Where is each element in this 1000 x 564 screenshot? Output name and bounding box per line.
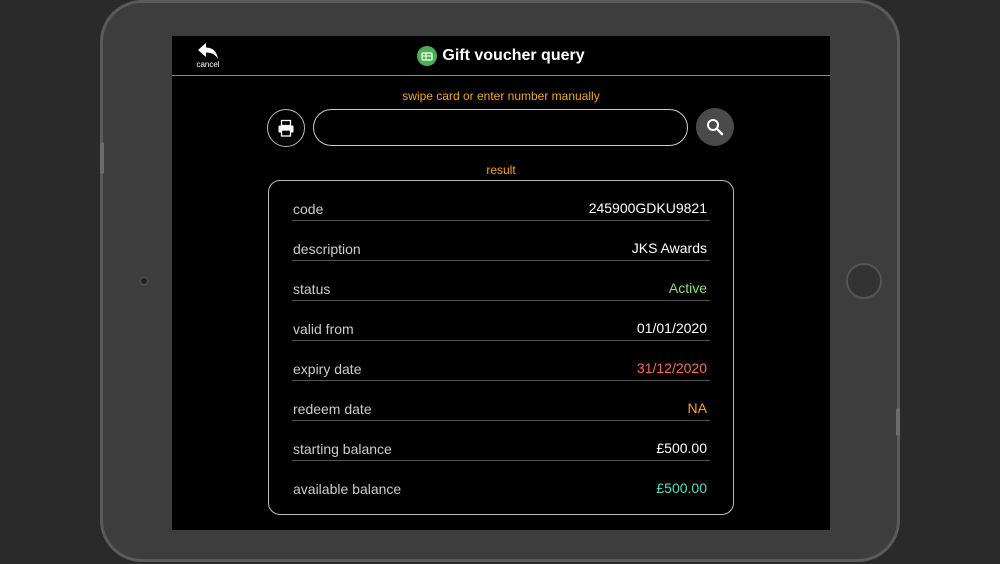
header-bar: cancel Gift voucher query <box>172 36 830 76</box>
print-button[interactable] <box>267 109 305 147</box>
app-screen: cancel Gift voucher query swipe card or … <box>172 36 830 530</box>
result-row-value: 01/01/2020 <box>636 320 707 336</box>
result-row-value: 31/12/2020 <box>636 360 707 376</box>
search-button[interactable] <box>696 108 734 146</box>
magnifier-icon <box>707 119 724 136</box>
result-row-key: redeem date <box>293 401 372 417</box>
gift-card-icon <box>417 46 438 66</box>
result-row-key: starting balance <box>293 441 392 457</box>
result-row: redeem date NA <box>292 381 710 421</box>
result-row-value: £500.00 <box>656 440 707 456</box>
result-row: status Active <box>292 261 710 301</box>
tablet-side-button-bottom <box>896 408 900 436</box>
result-row: code 245900GDKU9821 <box>292 181 710 221</box>
page-title-container: Gift voucher query <box>172 46 830 66</box>
result-label: result <box>486 163 516 177</box>
camera-icon <box>139 276 149 286</box>
result-row: expiry date 31/12/2020 <box>292 341 710 381</box>
result-row-value: JKS Awards <box>631 240 707 256</box>
result-row-key: valid from <box>293 321 354 337</box>
search-hint: swipe card or enter number manually <box>402 89 600 103</box>
result-row-value: 245900GDKU9821 <box>588 200 707 216</box>
result-row-value: £500.00 <box>656 480 707 496</box>
result-card: code 245900GDKU9821 description JKS Awards s… <box>268 180 734 515</box>
result-row-key: status <box>293 281 331 297</box>
result-row: description JKS Awards <box>292 221 710 261</box>
result-row-key: expiry date <box>293 361 362 377</box>
printer-icon <box>278 119 294 137</box>
result-row: starting balance £500.00 <box>292 421 710 461</box>
page-title: Gift voucher query <box>442 47 585 64</box>
voucher-number-input[interactable] <box>313 109 688 146</box>
result-row-key: description <box>293 241 361 257</box>
result-row: valid from 01/01/2020 <box>292 301 710 341</box>
result-row-key: available balance <box>293 481 402 497</box>
home-button[interactable] <box>846 263 882 299</box>
result-row-value: Active <box>668 280 707 296</box>
tablet-side-button-top <box>100 142 104 174</box>
result-row: available balance £500.00 <box>292 461 710 501</box>
result-row-value: NA <box>687 400 707 416</box>
result-row-key: code <box>293 201 324 217</box>
